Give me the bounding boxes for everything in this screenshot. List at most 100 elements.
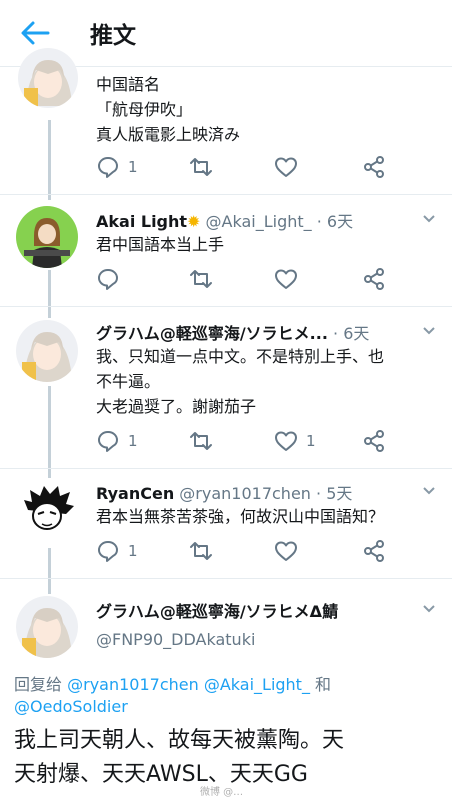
thread-line: [48, 120, 51, 200]
tweet-text-line: 君中国語本当上手: [96, 235, 225, 254]
divider: [0, 194, 452, 195]
timestamp: · 5天: [316, 484, 353, 503]
tweet-text-line: 真人版電影上映済み: [96, 125, 241, 144]
thread-line: [48, 270, 51, 318]
mention-link[interactable]: @Akai_Light_: [204, 675, 310, 694]
reply-icon: [98, 157, 118, 178]
tweet-text: 我、只知道一点中文。不是特別上手、也 不牛逼。 大老過奨了。謝謝茄子: [96, 344, 384, 419]
sun-emoji-icon: ✹: [187, 212, 201, 231]
handle[interactable]: @ryan1017chen: [179, 484, 311, 503]
tweet-header: RyanCen @ryan1017chen · 5天: [96, 480, 352, 504]
tweet-text-line: 大老過奨了。謝謝茄子: [96, 397, 257, 416]
heart-icon: [275, 431, 297, 451]
tweet-text-line: 中国語名: [96, 75, 161, 94]
reply-icon: [98, 541, 118, 562]
share-icon: [364, 430, 384, 452]
share-button[interactable]: [362, 266, 386, 292]
avatar[interactable]: [16, 480, 78, 542]
retweet-button[interactable]: [188, 538, 214, 564]
handle[interactable]: @Akai_Light_: [206, 212, 312, 231]
divider: [0, 578, 452, 579]
like-count: 1: [306, 432, 316, 450]
back-arrow-icon[interactable]: [18, 18, 52, 48]
avatar[interactable]: [16, 320, 78, 382]
heart-icon: [275, 157, 297, 177]
tweet-text: 中国語名 「航母伊吹」 真人版電影上映済み: [96, 72, 240, 147]
handle[interactable]: @FNP90_DDAkatuki: [96, 630, 255, 649]
focused-name: グラハム@軽巡寧海/ソラヒメΔ鯖: [96, 598, 338, 622]
tweet-actions: 1 1: [96, 428, 396, 454]
retweet-icon: [190, 270, 212, 288]
page-title: 推文: [90, 23, 136, 49]
retweet-button[interactable]: [188, 266, 214, 292]
tweet-actions: 1: [96, 154, 396, 180]
mention-link[interactable]: @OedoSoldier: [14, 697, 128, 716]
focused-tweet-text: 我上司天朝人、故每天被薰陶。天 天射爆、天天AWSL、天天GG: [14, 724, 444, 792]
reply-icon: [98, 269, 118, 290]
tweet-header: Akai Light✹ @Akai_Light_ · 6天: [96, 208, 353, 232]
retweet-button[interactable]: [188, 154, 214, 180]
like-button[interactable]: [274, 266, 298, 292]
watermark: 微博 @…: [200, 787, 244, 798]
mention-link[interactable]: @ryan1017chen: [67, 675, 199, 694]
display-name[interactable]: Akai Light: [96, 212, 187, 231]
retweet-icon: [190, 432, 212, 450]
retweet-icon: [190, 158, 212, 176]
reply-and: 和: [315, 675, 332, 694]
tweet-text-line: 不牛逼。: [96, 372, 161, 391]
tweet-actions: [96, 266, 396, 292]
chevron-down-icon[interactable]: [422, 214, 436, 224]
display-name[interactable]: グラハム@軽巡寧海/ソラヒメ...: [96, 324, 328, 343]
reply-button[interactable]: [96, 266, 120, 292]
tweet-text: 君中国語本当上手: [96, 232, 224, 257]
tweet-text-line: 「航母伊吹」: [96, 100, 193, 119]
share-button[interactable]: [362, 154, 386, 180]
sketch-avatar-icon: [16, 480, 78, 542]
share-button[interactable]: [362, 428, 386, 454]
avatar-image-icon: [16, 206, 78, 268]
chevron-down-icon[interactable]: [422, 486, 436, 496]
divider: [0, 306, 452, 307]
retweet-button[interactable]: [188, 428, 214, 454]
heart-icon: [275, 269, 297, 289]
reply-prefix: 回复给: [14, 675, 63, 694]
share-icon: [364, 268, 384, 290]
share-icon: [364, 540, 384, 562]
divider: [0, 468, 452, 469]
tweet-header: グラハム@軽巡寧海/ソラヒメ... · 6天: [96, 320, 369, 344]
thread-line: [48, 386, 51, 478]
reply-button[interactable]: 1: [96, 538, 138, 564]
focused-handle-line: @FNP90_DDAkatuki: [96, 630, 255, 649]
anime-avatar-icon: [16, 596, 78, 658]
display-name[interactable]: グラハム@軽巡寧海/ソラヒメΔ鯖: [96, 602, 338, 621]
timestamp: · 6天: [333, 324, 370, 343]
avatar[interactable]: [18, 48, 78, 108]
avatar[interactable]: [16, 206, 78, 268]
reply-count: 1: [128, 432, 138, 450]
reply-count: 1: [128, 158, 138, 176]
reply-button[interactable]: 1: [96, 154, 138, 180]
heart-icon: [275, 541, 297, 561]
share-icon: [364, 156, 384, 178]
display-name[interactable]: RyanCen: [96, 484, 174, 503]
chevron-down-icon[interactable]: [422, 604, 436, 614]
tweet-text-line: 我上司天朝人、故每天被薰陶。天: [14, 728, 345, 753]
share-button[interactable]: [362, 538, 386, 564]
anime-avatar-icon: [16, 320, 78, 382]
anime-avatar-icon: [18, 48, 78, 108]
reply-context: 回复给 @ryan1017chen @Akai_Light_ 和 @OedoSo…: [14, 674, 434, 718]
tweet-actions: 1: [96, 538, 396, 564]
chevron-down-icon[interactable]: [422, 326, 436, 336]
reply-count: 1: [128, 542, 138, 560]
like-button[interactable]: [274, 538, 298, 564]
like-button[interactable]: 1: [274, 428, 316, 454]
tweet-text-line: 君本当無茶苦茶強，何故沢山中国語知？: [96, 507, 385, 526]
timestamp: · 6天: [316, 212, 354, 231]
tweet-text: 君本当無茶苦茶強，何故沢山中国語知？: [96, 504, 384, 529]
thread-line: [48, 548, 51, 594]
tweet-text-line: 我、只知道一点中文。不是特別上手、也: [96, 347, 385, 366]
reply-button[interactable]: 1: [96, 428, 138, 454]
reply-icon: [98, 431, 118, 452]
like-button[interactable]: [274, 154, 298, 180]
avatar[interactable]: [16, 596, 78, 658]
